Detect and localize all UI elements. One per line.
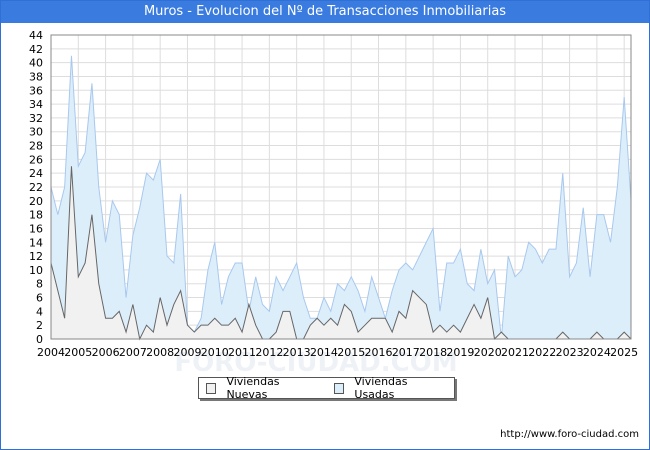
x-tick-label: 2005: [64, 346, 92, 359]
x-tick-label: 2013: [283, 346, 311, 359]
y-tick-label: 36: [29, 84, 43, 97]
y-tick-label: 22: [29, 181, 43, 194]
x-tick-label: 2014: [310, 346, 338, 359]
y-tick-label: 20: [29, 195, 43, 208]
x-axis: 2004 2005 2006 2007 2008 2009 2010 2011 2012 2013…: [37, 346, 638, 359]
y-tick-label: 26: [29, 153, 43, 166]
x-tick-label: 2018: [419, 346, 447, 359]
legend-swatch-usadas: [333, 382, 345, 394]
y-tick-label: 24: [29, 167, 43, 180]
y-tick-label: 44: [29, 29, 43, 42]
x-tick-label: 2025: [610, 346, 638, 359]
chart-frame: FORO-CIUDAD.COM 0 2 4 6 8 10 12 14 16 18 20 22 24 26 2…: [0, 0, 650, 450]
x-tick-label: 2019: [446, 346, 474, 359]
y-tick-label: 2: [36, 319, 43, 332]
legend-item-usadas: Viviendas Usadas: [333, 375, 445, 401]
x-tick-label: 2011: [228, 346, 256, 359]
x-tick-label: 2012: [255, 346, 283, 359]
y-tick-label: 38: [29, 70, 43, 83]
y-axis: 0246810121416182022242628303234363840424…: [29, 29, 43, 346]
y-tick-label: 12: [29, 250, 43, 263]
y-tick-label: 34: [29, 98, 43, 111]
x-tick-label: 2022: [528, 346, 556, 359]
legend-swatch-nuevas: [206, 382, 217, 394]
y-tick-label: 32: [29, 112, 43, 125]
legend: Viviendas Nuevas Viviendas Usadas: [198, 375, 455, 401]
source-url: http://www.foro-ciudad.com: [500, 429, 639, 440]
y-tick-label: 42: [29, 43, 43, 56]
x-tick-label: 2023: [556, 346, 584, 359]
x-tick-label: 2016: [365, 346, 393, 359]
y-tick-label: 0: [36, 333, 43, 346]
y-tick-label: 28: [29, 140, 43, 153]
x-tick-label: 2015: [337, 346, 365, 359]
y-tick-label: 8: [36, 278, 43, 291]
y-tick-label: 30: [29, 126, 43, 139]
y-tick-label: 14: [29, 236, 43, 249]
x-tick-label: 2020: [474, 346, 502, 359]
legend-label-nuevas: Viviendas Nuevas: [226, 375, 280, 401]
x-tick-label: 2007: [119, 346, 147, 359]
y-tick-label: 40: [29, 57, 43, 70]
x-tick-label: 2021: [501, 346, 529, 359]
legend-item-nuevas: Viviendas Nuevas: [206, 375, 318, 401]
x-tick-label: 2006: [92, 346, 120, 359]
y-tick-label: 18: [29, 209, 43, 222]
y-tick-label: 6: [36, 292, 43, 305]
x-tick-label: 2009: [173, 346, 201, 359]
x-tick-label: 2008: [146, 346, 174, 359]
legend-label-usadas: Viviendas Usadas: [354, 375, 408, 401]
y-tick-label: 16: [29, 222, 43, 235]
y-tick-label: 10: [29, 264, 43, 277]
x-tick-label: 2010: [201, 346, 229, 359]
x-tick-label: 2024: [583, 346, 611, 359]
y-tick-label: 4: [36, 305, 43, 318]
x-tick-label: 2004: [37, 346, 65, 359]
x-tick-label: 2017: [392, 346, 420, 359]
chart-title: Muros - Evolucion del Nº de Transaccione…: [1, 1, 649, 23]
